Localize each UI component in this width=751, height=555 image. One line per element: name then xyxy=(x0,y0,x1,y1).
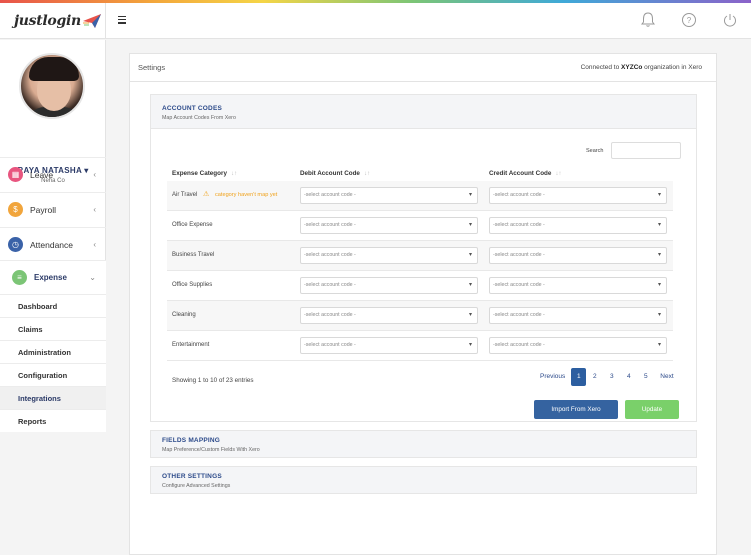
page-2-button[interactable]: 2 xyxy=(586,368,603,386)
search-label: Search xyxy=(586,148,604,154)
table-row: Cleaning -select account code - ▾ -select… xyxy=(167,301,673,331)
column-header-credit-account-code[interactable]: Credit Account Code ↓↑ xyxy=(489,170,561,177)
sidebar-item-attendance[interactable]: ◷ Attendance ‹ xyxy=(0,227,106,261)
caret-down-icon: ▾ xyxy=(657,282,661,288)
sidebar-subitem-reports[interactable]: Reports xyxy=(0,409,106,432)
sidebar-subitem-claims[interactable]: Claims xyxy=(0,317,106,340)
logo-text: justlogin xyxy=(14,13,81,29)
import-from-xero-button[interactable]: Import From Xero xyxy=(534,400,618,419)
previous-page-button[interactable]: Previous xyxy=(534,368,571,386)
caret-down-icon: ▾ xyxy=(657,252,661,258)
other-settings-panel[interactable]: OTHER SETTINGS Configure Advanced Settin… xyxy=(150,466,697,494)
caret-down-icon: ▾ xyxy=(657,192,661,198)
caret-down-icon: ▾ xyxy=(468,192,472,198)
power-icon[interactable] xyxy=(721,11,739,29)
paper-plane-icon xyxy=(82,14,101,28)
svg-text:?: ? xyxy=(687,16,692,25)
debit-account-select[interactable]: -select account code - ▾ xyxy=(300,247,478,264)
sidebar-subitem-configuration[interactable]: Configuration xyxy=(0,363,106,386)
caret-down-icon: ▾ xyxy=(657,312,661,318)
debit-account-select[interactable]: -select account code - ▾ xyxy=(300,187,478,204)
column-header-debit-account-code[interactable]: Debit Account Code ↓↑ xyxy=(300,170,370,177)
other-settings-subtitle: Configure Advanced Settings xyxy=(162,483,231,489)
caret-down-icon: ▾ xyxy=(468,282,472,288)
search-input[interactable] xyxy=(611,142,681,159)
sort-icon: ↓↑ xyxy=(363,171,370,177)
warning-icon: ⚠ xyxy=(203,191,210,198)
calendar-icon: ▦ xyxy=(8,167,23,182)
logo[interactable]: justlogin xyxy=(0,3,106,39)
expense-category: Cleaning xyxy=(172,312,196,318)
expense-category: Business Travel xyxy=(172,252,215,258)
chevron-left-icon: ‹ xyxy=(93,170,96,179)
credit-account-select[interactable]: -select account code - ▾ xyxy=(489,337,667,354)
account-codes-header[interactable]: ACCOUNT CODES Map Account Codes From Xer… xyxy=(151,95,696,129)
caret-down-icon: ▾ xyxy=(468,312,472,318)
pagination: Previous 1 2 3 4 5 Next xyxy=(534,368,680,386)
chevron-down-icon: ⌄ xyxy=(89,273,96,282)
settings-header: Settings Connected to XYZCo organization… xyxy=(130,54,716,82)
clock-icon: ◷ xyxy=(8,237,23,252)
expense-category: Office Supplies xyxy=(172,282,213,288)
column-header-expense-category[interactable]: Expense Category ↓↑ xyxy=(172,170,237,177)
page-1-button[interactable]: 1 xyxy=(571,368,587,386)
caret-down-icon: ▾ xyxy=(468,252,472,258)
table-row: Entertainment -select account code - ▾ -s… xyxy=(167,331,673,361)
entries-info: Showing 1 to 10 of 23 entries xyxy=(172,377,254,384)
expense-category: Air Travel xyxy=(172,192,198,198)
sidebar-item-leave[interactable]: ▦ Leave ‹ xyxy=(0,157,106,191)
page-3-button[interactable]: 3 xyxy=(603,368,620,386)
credit-account-select[interactable]: -select account code - ▾ xyxy=(489,247,667,264)
connection-status: Connected to XYZCo organization in Xero xyxy=(580,64,702,71)
mapping-warning: category haven't map yet xyxy=(215,192,278,198)
other-settings-title: OTHER SETTINGS xyxy=(162,473,222,480)
fields-mapping-title: FIELDS MAPPING xyxy=(162,437,221,444)
caret-down-icon: ▾ xyxy=(657,342,661,348)
caret-down-icon: ▾ xyxy=(468,342,472,348)
sidebar-item-expense[interactable]: ≡ Expense ⌄ xyxy=(0,260,106,294)
debit-account-select[interactable]: -select account code - ▾ xyxy=(300,217,478,234)
sort-icon: ↓↑ xyxy=(230,171,237,177)
debit-account-select[interactable]: -select account code - ▾ xyxy=(300,337,478,354)
table-row: Air Travel ⚠ category haven't map yet -s… xyxy=(167,181,673,211)
table-row: Business Travel -select account code - ▾ … xyxy=(167,241,673,271)
fields-mapping-panel[interactable]: FIELDS MAPPING Map Preference/Custom Fie… xyxy=(150,430,697,458)
sidebar-item-payroll[interactable]: $ Payroll ‹ xyxy=(0,192,106,226)
sidebar-subitem-integrations[interactable]: Integrations xyxy=(0,386,106,409)
table-row: Office Expense -select account code - ▾ -… xyxy=(167,211,673,241)
page-5-button[interactable]: 5 xyxy=(637,368,654,386)
top-bar: justlogin ? xyxy=(0,3,751,39)
help-icon[interactable]: ? xyxy=(680,11,698,29)
page-4-button[interactable]: 4 xyxy=(620,368,637,386)
credit-account-select[interactable]: -select account code - ▾ xyxy=(489,277,667,294)
credit-account-select[interactable]: -select account code - ▾ xyxy=(489,307,667,324)
next-page-button[interactable]: Next xyxy=(654,368,679,386)
caret-down-icon: ▾ xyxy=(657,222,661,228)
sidebar: RAYA NATASHA ▾ Neha Co ▦ Leave ‹ $ Payro… xyxy=(0,40,106,432)
account-codes-panel: ACCOUNT CODES Map Account Codes From Xer… xyxy=(150,94,697,422)
chevron-left-icon: ‹ xyxy=(93,205,96,214)
caret-down-icon: ▾ xyxy=(468,222,472,228)
receipt-icon: ≡ xyxy=(12,270,27,285)
debit-account-select[interactable]: -select account code - ▾ xyxy=(300,307,478,324)
expense-category: Office Expense xyxy=(172,222,213,228)
credit-account-select[interactable]: -select account code - ▾ xyxy=(489,217,667,234)
sidebar-subitem-administration[interactable]: Administration xyxy=(0,340,106,363)
sort-icon: ↓↑ xyxy=(555,171,562,177)
money-icon: $ xyxy=(8,202,23,217)
debit-account-select[interactable]: -select account code - ▾ xyxy=(300,277,478,294)
sidebar-subitem-dashboard[interactable]: Dashboard xyxy=(0,294,106,317)
table-row: Office Supplies -select account code - ▾ … xyxy=(167,271,673,301)
avatar[interactable] xyxy=(19,53,85,119)
chevron-left-icon: ‹ xyxy=(93,240,96,249)
page-title: Settings xyxy=(138,63,166,72)
bell-icon[interactable] xyxy=(639,11,657,29)
menu-toggle-icon[interactable] xyxy=(118,14,130,26)
fields-mapping-subtitle: Map Preference/Custom Fields With Xero xyxy=(162,447,260,453)
credit-account-select[interactable]: -select account code - ▾ xyxy=(489,187,667,204)
update-button[interactable]: Update xyxy=(625,400,679,419)
expense-category: Entertainment xyxy=(172,342,210,348)
